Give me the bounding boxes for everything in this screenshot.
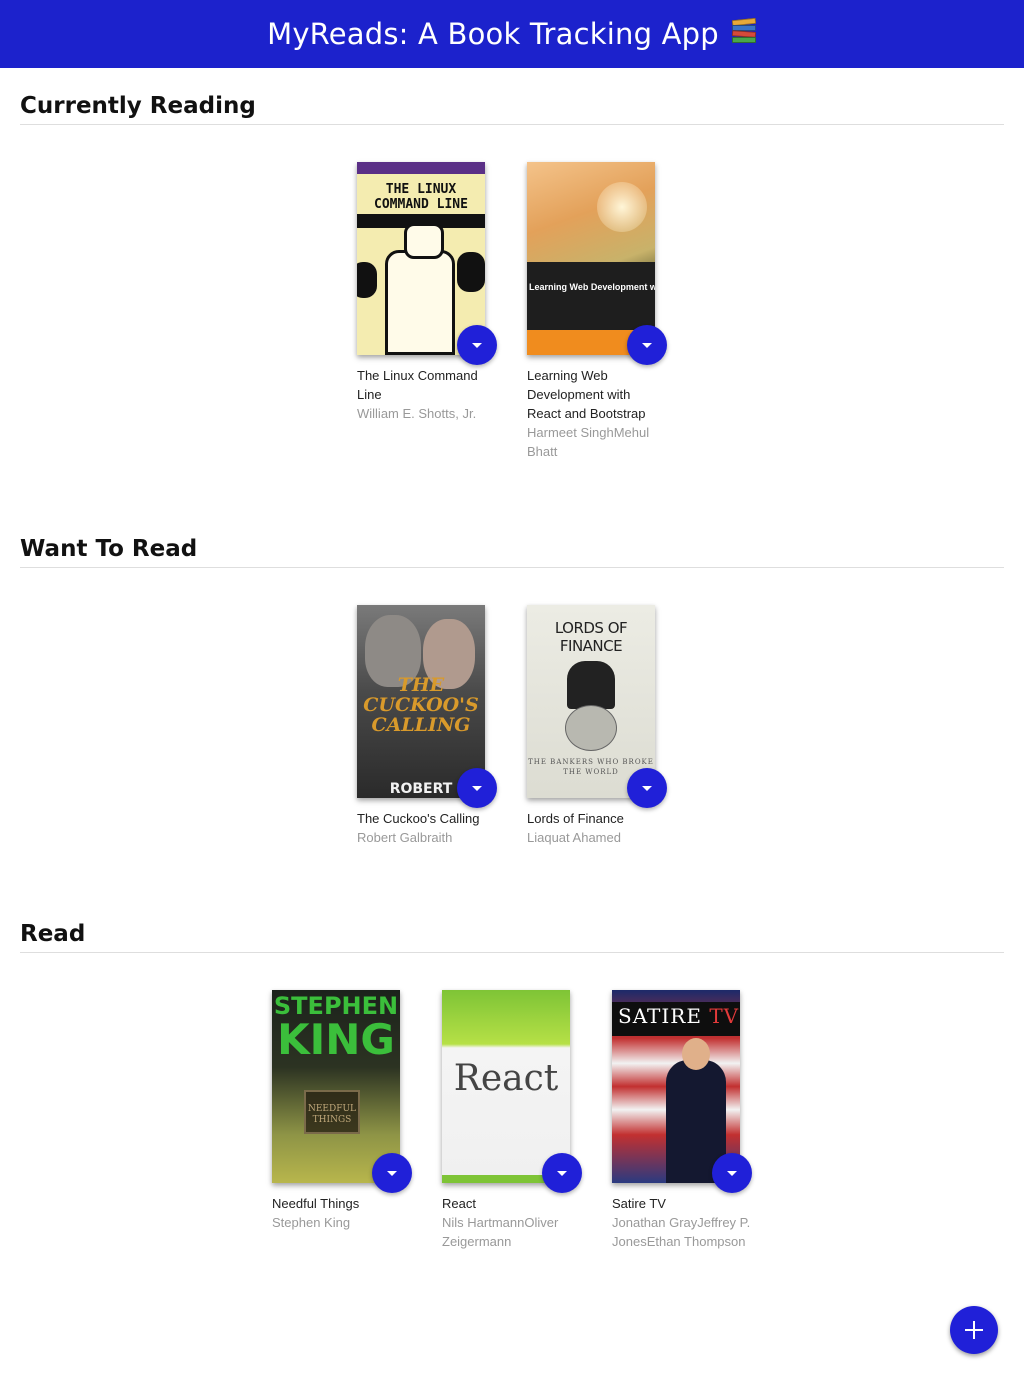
book-title-block: Needful Things Stephen King	[272, 1194, 412, 1232]
book-authors: William E. Shotts, Jr.	[357, 406, 477, 421]
books-icon	[731, 17, 757, 47]
shelf-want-to-read: Want To Read THE CUCKOO'S CALLING ROBERT…	[20, 536, 1004, 845]
book-title: The Linux Command Line	[357, 368, 478, 402]
plus-icon	[965, 1321, 983, 1339]
book-title: Satire TV	[612, 1196, 666, 1211]
cover-title: LORDS OF FINANCE	[554, 619, 628, 655]
book-authors: Robert Galbraith	[357, 830, 453, 845]
book-cover[interactable]: Learning Web Development with React and …	[527, 162, 655, 355]
book-cover[interactable]: THE CUCKOO'S CALLING ROBERT GALBRAITH	[357, 605, 485, 798]
book-authors: Stephen King	[272, 1215, 351, 1230]
book-authors: Harmeet SinghMehul Bhatt	[527, 425, 650, 459]
book-cover[interactable]: React	[442, 990, 570, 1183]
cover-sign: NEEDFUL THINGS	[304, 1090, 360, 1134]
shelf-changer-button[interactable]	[457, 768, 497, 808]
cover-title-line: KING	[277, 1015, 395, 1064]
book-title-block: React Nils HartmannOliver Zeigermann	[442, 1194, 582, 1251]
shelf-changer-button[interactable]	[542, 1153, 582, 1193]
add-book-button[interactable]	[950, 1306, 998, 1354]
shelf-changer-button[interactable]	[627, 325, 667, 365]
app-title: MyReads: A Book Tracking App	[267, 17, 719, 51]
cover-title: React	[453, 1058, 559, 1099]
book-title-block: The Cuckoo's Calling Robert Galbraith	[357, 809, 497, 847]
app-header: MyReads: A Book Tracking App	[0, 0, 1024, 68]
shelf-changer-button[interactable]	[372, 1153, 412, 1193]
book-title-block: Learning Web Development with React and …	[527, 366, 667, 461]
caret-down-icon	[727, 1170, 737, 1176]
cover-title: Learning Web Development with React and …	[529, 282, 655, 292]
shelf-read: Read STEPHEN KING NEEDFUL THINGS Needful…	[20, 921, 1004, 1249]
shelf-title: Currently Reading	[20, 93, 1004, 125]
book-title: The Cuckoo's Calling	[357, 811, 480, 826]
caret-down-icon	[642, 785, 652, 791]
book-title-block: Lords of Finance Liaquat Ahamed	[527, 809, 667, 847]
book-cover[interactable]: STEPHEN KING NEEDFUL THINGS	[272, 990, 400, 1183]
book-authors: Liaquat Ahamed	[527, 830, 621, 845]
shelf-changer-button[interactable]	[712, 1153, 752, 1193]
cover-title: STEPHEN KING	[272, 992, 400, 1064]
cover-title: SATIRE TV	[618, 1004, 739, 1028]
shelf-title: Want To Read	[20, 536, 1004, 568]
book-authors: Jonathan GrayJeffrey P. JonesEthan Thomp…	[612, 1215, 751, 1249]
book-cover[interactable]: LORDS OF FINANCE THE BANKERS WHO BROKE T…	[527, 605, 655, 798]
shelf-currently-reading: Currently Reading THE LINUX COMMAND LINE…	[20, 93, 1004, 459]
shelf-title: Read	[20, 921, 1004, 953]
book-title: Learning Web Development with React and …	[527, 368, 646, 421]
shelf-changer-button[interactable]	[627, 768, 667, 808]
book-title: React	[442, 1196, 476, 1211]
book-title: Needful Things	[272, 1196, 360, 1211]
cover-title: THE CUCKOO'S CALLING	[363, 674, 479, 736]
book-cover[interactable]: THE LINUX COMMAND LINE	[357, 162, 485, 355]
caret-down-icon	[642, 342, 652, 348]
book-authors: Nils HartmannOliver Zeigermann	[442, 1215, 559, 1249]
cover-title-word: SATIRE	[618, 1004, 702, 1028]
caret-down-icon	[387, 1170, 397, 1176]
cover-title: THE LINUX COMMAND LINE	[374, 182, 468, 212]
caret-down-icon	[472, 342, 482, 348]
caret-down-icon	[472, 785, 482, 791]
book-cover[interactable]: SATIRE TV	[612, 990, 740, 1183]
cover-title-word: TV	[709, 1004, 740, 1028]
shelf-changer-button[interactable]	[457, 325, 497, 365]
book-title: Lords of Finance	[527, 811, 624, 826]
caret-down-icon	[557, 1170, 567, 1176]
book-title-block: The Linux Command Line William E. Shotts…	[357, 366, 497, 423]
book-title-block: Satire TV Jonathan GrayJeffrey P. JonesE…	[612, 1194, 752, 1251]
